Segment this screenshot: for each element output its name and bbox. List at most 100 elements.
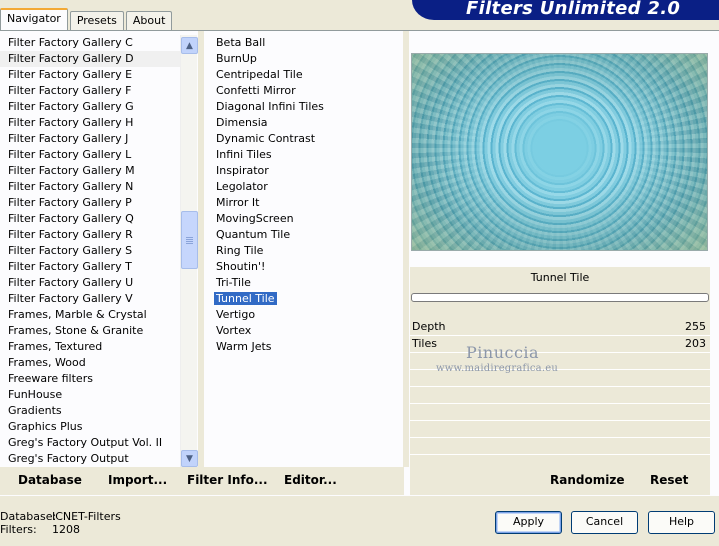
filter-item[interactable]: Confetti Mirror bbox=[212, 83, 402, 99]
filter-item-label: MovingScreen bbox=[216, 212, 294, 225]
chevron-down-icon: ▼ bbox=[186, 453, 193, 464]
filter-item-label: Ring Tile bbox=[216, 244, 264, 257]
help-button[interactable]: Help bbox=[648, 511, 715, 534]
category-item[interactable]: Freeware filters bbox=[0, 371, 180, 387]
progress-bar bbox=[411, 293, 709, 302]
category-item[interactable]: Filter Factory Gallery N bbox=[0, 179, 180, 195]
filter-item-label: Inspirator bbox=[216, 164, 269, 177]
import-button[interactable]: Import... bbox=[108, 473, 167, 487]
filter-item[interactable]: Tunnel Tile bbox=[212, 291, 402, 307]
param-row-empty bbox=[410, 387, 710, 404]
category-item[interactable]: Filter Factory Gallery V bbox=[0, 291, 180, 307]
filter-item[interactable]: Vertigo bbox=[212, 307, 402, 323]
category-item[interactable]: Filter Factory Gallery S bbox=[0, 243, 180, 259]
status-info: Database:ICNET-Filters Filters: 1208 bbox=[0, 510, 121, 536]
category-item[interactable]: Filter Factory Gallery F bbox=[0, 83, 180, 99]
param-row-tiles[interactable]: Tiles 203 bbox=[410, 336, 710, 353]
filter-item[interactable]: MovingScreen bbox=[212, 211, 402, 227]
category-item[interactable]: Frames, Textured bbox=[0, 339, 180, 355]
category-item[interactable]: Filter Factory Gallery L bbox=[0, 147, 180, 163]
tab-bar: Navigator Presets About bbox=[0, 8, 174, 30]
filter-item[interactable]: Quantum Tile bbox=[212, 227, 402, 243]
category-item[interactable]: Filter Factory Gallery C bbox=[0, 35, 180, 51]
status-database-label: Database: bbox=[0, 510, 57, 523]
filter-item[interactable]: Tri-Tile bbox=[212, 275, 402, 291]
editor-button[interactable]: Editor... bbox=[284, 473, 337, 487]
tab-about[interactable]: About bbox=[125, 11, 173, 30]
cancel-button[interactable]: Cancel bbox=[571, 511, 638, 534]
category-item[interactable]: Frames, Wood bbox=[0, 355, 180, 371]
category-item[interactable]: Graphics Plus bbox=[0, 419, 180, 435]
filter-item-label: Legolator bbox=[216, 180, 268, 193]
filter-item-label: Infini Tiles bbox=[216, 148, 272, 161]
category-scrollbar[interactable]: ▲ ▼ bbox=[180, 35, 198, 467]
param-label: Tiles bbox=[412, 337, 437, 350]
filter-item[interactable]: Ring Tile bbox=[212, 243, 402, 259]
apply-button[interactable]: Apply bbox=[495, 511, 562, 534]
filter-item[interactable]: Infini Tiles bbox=[212, 147, 402, 163]
filter-item-label: Diagonal Infini Tiles bbox=[216, 100, 324, 113]
category-item[interactable]: Gradients bbox=[0, 403, 180, 419]
category-item[interactable]: Frames, Stone & Granite bbox=[0, 323, 180, 339]
param-row-depth[interactable]: Depth 255 bbox=[410, 319, 710, 336]
reset-button[interactable]: Reset bbox=[650, 473, 688, 487]
filter-info-button[interactable]: Filter Info... bbox=[187, 473, 268, 487]
preview-buttons: Randomize Reset bbox=[410, 469, 710, 493]
param-value: 203 bbox=[685, 337, 706, 350]
filter-item[interactable]: Vortex bbox=[212, 323, 402, 339]
param-row-empty bbox=[410, 421, 710, 438]
category-item[interactable]: Frames, Marble & Crystal bbox=[0, 307, 180, 323]
category-item[interactable]: Greg's Factory Output bbox=[0, 451, 180, 465]
navigator-buttons: Database Import... Filter Info... Editor… bbox=[0, 467, 404, 495]
scroll-thumb[interactable] bbox=[181, 211, 198, 269]
category-item[interactable]: Filter Factory Gallery U bbox=[0, 275, 180, 291]
app-title: Filters Unlimited 2.0 bbox=[466, 0, 681, 19]
category-item[interactable]: Filter Factory Gallery H bbox=[0, 115, 180, 131]
filter-name-label: Tunnel Tile bbox=[530, 271, 590, 284]
navigator-panel: Filter Factory Gallery C Filter Factory G… bbox=[0, 30, 719, 496]
preview-pane: Tunnel Tile Depth 255 Tiles 203 Randomiz… bbox=[408, 31, 719, 497]
filter-item[interactable]: Diagonal Infini Tiles bbox=[212, 99, 402, 115]
filter-item[interactable]: Beta Ball bbox=[212, 35, 402, 51]
category-item[interactable]: Filter Factory Gallery J bbox=[0, 131, 180, 147]
category-item[interactable]: Filter Factory Gallery E bbox=[0, 67, 180, 83]
category-item[interactable]: Filter Factory Gallery T bbox=[0, 259, 180, 275]
scroll-down-button[interactable]: ▼ bbox=[181, 450, 198, 467]
category-item[interactable]: Greg's Factory Output Vol. II bbox=[0, 435, 180, 451]
tab-navigator[interactable]: Navigator bbox=[0, 8, 68, 30]
status-database-value: ICNET-Filters bbox=[52, 510, 121, 523]
filter-item[interactable]: Legolator bbox=[212, 179, 402, 195]
filter-item-label: Tunnel Tile bbox=[213, 291, 278, 306]
category-item[interactable]: Filter Factory Gallery G bbox=[0, 99, 180, 115]
pane-divider bbox=[198, 31, 204, 467]
preview-image bbox=[411, 53, 708, 251]
filter-item[interactable]: Inspirator bbox=[212, 163, 402, 179]
category-item[interactable]: Filter Factory Gallery M bbox=[0, 163, 180, 179]
status-filters-value: 1208 bbox=[52, 523, 80, 536]
filter-item[interactable]: Warm Jets bbox=[212, 339, 402, 355]
category-item[interactable]: Filter Factory Gallery P bbox=[0, 195, 180, 211]
filter-item[interactable]: Dynamic Contrast bbox=[212, 131, 402, 147]
category-item[interactable]: Filter Factory Gallery D bbox=[0, 51, 180, 67]
filter-list[interactable]: Beta Ball BurnUp Centripedal Tile Confetti … bbox=[212, 35, 402, 465]
filter-item-label: Dynamic Contrast bbox=[216, 132, 316, 145]
param-row-empty bbox=[410, 404, 710, 421]
filter-item-label: Confetti Mirror bbox=[216, 84, 296, 97]
category-item[interactable]: FunHouse bbox=[0, 387, 180, 403]
tab-presets[interactable]: Presets bbox=[69, 11, 124, 30]
category-item[interactable]: Filter Factory Gallery R bbox=[0, 227, 180, 243]
chevron-up-icon: ▲ bbox=[186, 40, 193, 51]
filter-item-label: Tri-Tile bbox=[216, 276, 251, 289]
filter-item[interactable]: Mirror It bbox=[212, 195, 402, 211]
parameters-panel: Tunnel Tile Depth 255 Tiles 203 Randomiz… bbox=[410, 267, 710, 495]
filter-item[interactable]: Centripedal Tile bbox=[212, 67, 402, 83]
filter-item-label: Vortex bbox=[216, 324, 252, 337]
category-item[interactable]: Filter Factory Gallery Q bbox=[0, 211, 180, 227]
scroll-up-button[interactable]: ▲ bbox=[181, 37, 198, 54]
randomize-button[interactable]: Randomize bbox=[550, 473, 624, 487]
filter-item[interactable]: Shoutin'! bbox=[212, 259, 402, 275]
filter-item[interactable]: BurnUp bbox=[212, 51, 402, 67]
database-button[interactable]: Database bbox=[18, 473, 82, 487]
filter-item[interactable]: Dimensia bbox=[212, 115, 402, 131]
category-list[interactable]: Filter Factory Gallery C Filter Factory G… bbox=[0, 35, 180, 465]
